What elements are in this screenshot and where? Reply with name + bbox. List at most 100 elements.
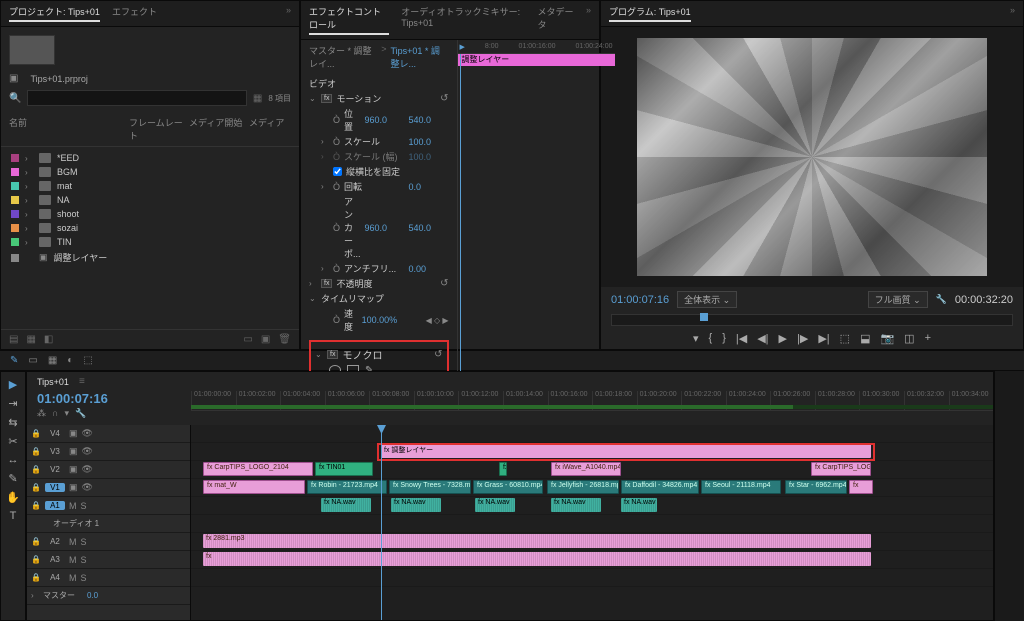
reset-icon[interactable]: ↺	[440, 93, 448, 104]
toggle-sync-icon[interactable]: 👁	[81, 464, 92, 475]
add-marker-icon[interactable]: ▾	[693, 332, 699, 345]
col-media[interactable]: メディア	[249, 116, 284, 142]
timeline-timecode[interactable]: 01:00:07:16	[27, 391, 191, 406]
program-playhead[interactable]	[700, 313, 708, 321]
reset-icon[interactable]: ↺	[440, 278, 448, 289]
track-header[interactable]: 🔒A1MS	[27, 497, 190, 515]
fx-badge-icon[interactable]: fx	[321, 279, 332, 288]
toggle-sync-icon[interactable]: 👁	[81, 446, 92, 457]
lock-icon[interactable]: 🔒	[31, 429, 41, 438]
tab-project[interactable]: プロジェクト: Tips+01	[9, 5, 100, 22]
settings-icon[interactable]: 🔧	[75, 408, 86, 419]
icon-view-icon[interactable]: ▦	[26, 334, 35, 345]
clip[interactable]: fx Grass - 60810.mp4	[473, 480, 543, 494]
ec-motion[interactable]: モーション	[336, 92, 436, 105]
track-name[interactable]: V4	[45, 429, 65, 438]
ec-clip-bar[interactable]: 調整レイヤー	[458, 54, 615, 66]
chevron-right-icon[interactable]: ›	[25, 182, 33, 191]
track[interactable]	[191, 569, 993, 587]
ec-scale-val[interactable]: 100.0	[409, 137, 449, 147]
program-timecode[interactable]: 01:00:07:16	[611, 294, 669, 306]
wrench-icon[interactable]: 🔧	[936, 294, 947, 305]
slip-tool-icon[interactable]: ↔	[5, 454, 21, 466]
stopwatch-icon[interactable]: Ò	[333, 264, 340, 274]
toggle-output-icon[interactable]: ▣	[69, 428, 78, 439]
marker-icon[interactable]: ▾	[64, 408, 69, 419]
track-name[interactable]: A2	[45, 537, 65, 546]
extract-icon[interactable]: ⬓	[860, 332, 870, 345]
track-name[interactable]: V2	[45, 465, 65, 474]
clip[interactable]: fx NA.wav	[621, 498, 657, 512]
freeform-view-icon[interactable]: ◧	[44, 334, 53, 345]
tab-effect-controls[interactable]: エフェクトコントロール	[309, 5, 389, 35]
lock-icon[interactable]: 🔒	[31, 555, 41, 564]
clip[interactable]: fx NA.wav	[475, 498, 515, 512]
chevron-right-icon[interactable]: ›	[25, 196, 33, 205]
ec-pos-y[interactable]: 540.0	[409, 115, 449, 125]
clip[interactable]: fx	[203, 552, 871, 566]
lock-icon[interactable]: 🔒	[31, 573, 41, 582]
stopwatch-icon[interactable]: Ò	[333, 137, 340, 147]
toggle-sync-icon[interactable]: 👁	[81, 482, 92, 493]
step-back-icon[interactable]: ◀|	[757, 332, 768, 345]
bin-row[interactable]: ›NA	[5, 193, 295, 207]
lock-icon[interactable]: 🔒	[31, 465, 41, 474]
clip[interactable]: fx CarpTIPS_LOGO_2104	[203, 462, 313, 476]
clip[interactable]: fx	[849, 480, 873, 494]
clip[interactable]: fx CarpTIPS_LOGO_2104	[811, 462, 871, 476]
editing-icon[interactable]: ▭	[28, 355, 37, 366]
track-name[interactable]: A3	[45, 555, 65, 564]
bin-row[interactable]: ›BGM	[5, 165, 295, 179]
go-out-icon[interactable]: ▶|	[818, 332, 829, 345]
ec-playhead[interactable]	[460, 54, 461, 387]
graphics-icon[interactable]: ⬚	[83, 355, 92, 366]
toggle-output-icon[interactable]: M	[69, 555, 77, 565]
ec-rot-val[interactable]: 0.0	[409, 182, 449, 192]
track-header[interactable]: 🔒 V1 ▣👁	[27, 479, 190, 497]
button-editor-icon[interactable]: +	[925, 332, 931, 345]
track-name[interactable]: V1	[45, 483, 65, 492]
mark-out-icon[interactable]: }	[722, 332, 726, 345]
track[interactable]: fx mat_Wfx Robin - 21723.mp4fx Snowy Tre…	[191, 479, 993, 497]
comparison-icon[interactable]: ◫	[904, 332, 914, 345]
panel-menu-icon[interactable]: »	[286, 5, 291, 22]
track-name[interactable]: V3	[45, 447, 65, 456]
toggle-output-icon[interactable]: ▣	[69, 482, 78, 493]
track-header[interactable]: 🔒A2MS	[27, 533, 190, 551]
toggle-sync-icon[interactable]: 👁	[81, 428, 92, 439]
chevron-right-icon[interactable]: ›	[321, 137, 329, 146]
stopwatch-icon[interactable]: Ò	[333, 315, 340, 325]
project-search-input[interactable]	[27, 90, 246, 106]
track-header[interactable]: 🔒A4MS	[27, 569, 190, 587]
panel-menu-icon[interactable]: »	[1010, 5, 1015, 22]
clip[interactable]: fx Daffodil - 34826.mp4	[621, 480, 699, 494]
ec-opacity[interactable]: 不透明度	[336, 277, 436, 290]
chevron-right-icon[interactable]: ›	[25, 168, 33, 177]
export-frame-icon[interactable]: 📷	[880, 332, 894, 345]
toggle-output-icon[interactable]: ▣	[69, 446, 78, 457]
lock-icon[interactable]: 🔒	[31, 483, 41, 492]
toggle-output-icon[interactable]: M	[69, 501, 77, 511]
tab-audio-mixer[interactable]: オーディオトラックミキサー: Tips+01	[401, 5, 525, 35]
tab-effects[interactable]: エフェクト	[112, 5, 157, 22]
clip[interactable]: fx Seoul - 21118.mp4	[701, 480, 781, 494]
ec-clip-crumb[interactable]: Tips+01 * 調整レ...	[390, 44, 448, 70]
reset-icon[interactable]: ↺	[434, 349, 442, 360]
clip[interactable]: fx Star - 6962.mp4	[785, 480, 847, 494]
clip[interactable]: fx	[499, 462, 507, 476]
track-header[interactable]: 🔒V2▣👁	[27, 461, 190, 479]
chevron-right-icon[interactable]: ›	[25, 224, 33, 233]
ec-speed-val[interactable]: 100.00%	[362, 315, 422, 325]
step-fwd-icon[interactable]: |▶	[797, 332, 808, 345]
lift-icon[interactable]: ⬚	[840, 332, 850, 345]
ec-af-val[interactable]: 0.00	[409, 264, 449, 274]
stopwatch-icon[interactable]: Ò	[333, 223, 340, 233]
track[interactable]	[191, 425, 993, 443]
new-bin-icon[interactable]: ▭	[243, 334, 252, 345]
fx-badge-icon[interactable]: fx	[321, 94, 332, 103]
bin-row[interactable]: ›mat	[5, 179, 295, 193]
assembly-icon[interactable]: ✎	[10, 355, 18, 366]
clip[interactable]: fx mat_W	[203, 480, 305, 494]
track[interactable]: fx 調整レイヤー	[191, 443, 993, 461]
ec-anchor-y[interactable]: 540.0	[409, 223, 449, 233]
